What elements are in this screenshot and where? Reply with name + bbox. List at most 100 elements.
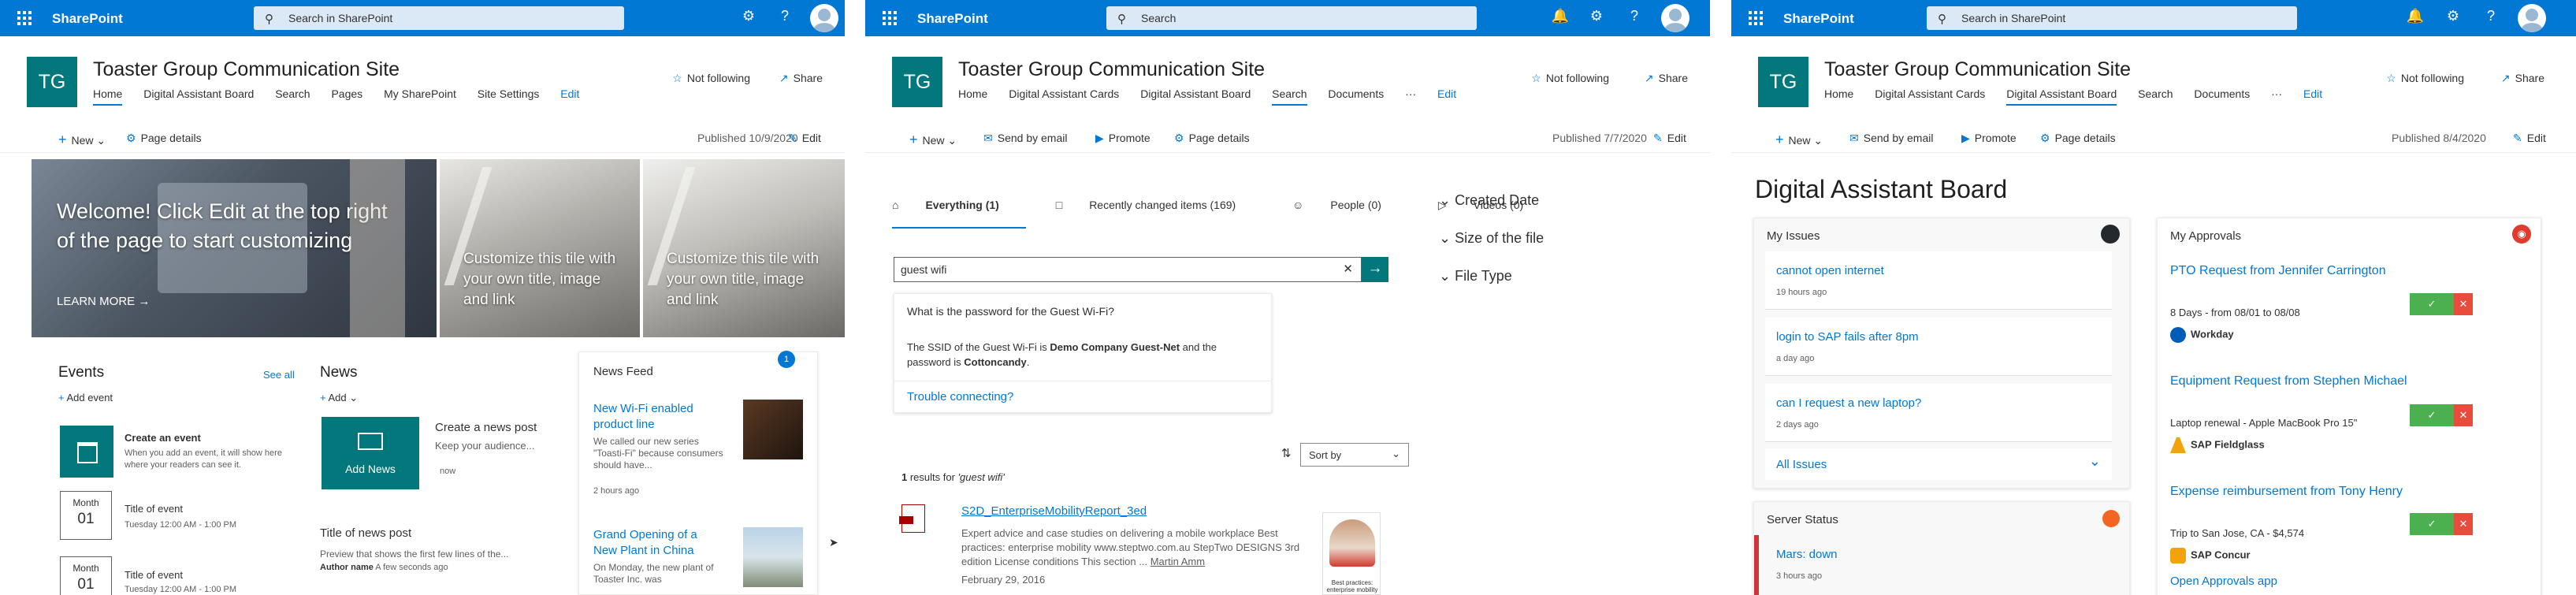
- site-logo[interactable]: TG: [1758, 57, 1808, 107]
- approval-title[interactable]: Expense reimbursement from Tony Henry: [2170, 483, 2422, 500]
- notifications-bell-icon[interactable]: 🔔: [2406, 8, 2425, 24]
- send-by-email-button[interactable]: ✉ Send by email: [983, 132, 1067, 145]
- share-button[interactable]: ↗ Share: [779, 72, 823, 85]
- nav-home[interactable]: Home: [93, 87, 123, 106]
- feed-item-image[interactable]: [743, 527, 803, 587]
- new-button[interactable]: + New ⌄: [58, 132, 106, 148]
- notification-badge[interactable]: 1: [778, 351, 795, 368]
- nav-home[interactable]: Home: [958, 87, 987, 104]
- tab-everything[interactable]: ⌂ Everything (1): [892, 199, 1026, 229]
- promote-button[interactable]: ▶ Promote: [1961, 132, 2017, 145]
- feed-item-title[interactable]: Grand Opening of a New Plant in China: [593, 527, 712, 559]
- nav-search[interactable]: Search: [275, 87, 310, 104]
- app-launcher-icon[interactable]: [1749, 11, 1763, 25]
- sharepoint-brand[interactable]: SharePoint: [917, 11, 988, 27]
- nav-home[interactable]: Home: [1824, 87, 1853, 104]
- site-logo[interactable]: TG: [892, 57, 942, 107]
- nav-digital-assistant-cards[interactable]: Digital Assistant Cards: [1875, 87, 1985, 104]
- filter-file-type[interactable]: ⌄ File Type: [1439, 268, 1512, 284]
- issue-item[interactable]: cannot open internet 19 hours ago: [1765, 251, 2112, 310]
- feed-item-image[interactable]: [743, 400, 803, 459]
- tab-recently-changed[interactable]: □ Recently changed items (169): [1056, 199, 1262, 227]
- share-button[interactable]: ↗ Share: [1645, 72, 1688, 85]
- learn-more-link[interactable]: LEARN MORE →: [57, 295, 150, 308]
- page-details-button[interactable]: ⚙ Page details: [1174, 132, 1250, 145]
- follow-button[interactable]: ☆ Not following: [2386, 72, 2464, 85]
- nav-digital-assistant-board[interactable]: Digital Assistant Board: [1140, 87, 1251, 104]
- nav-documents[interactable]: Documents: [1328, 87, 1384, 104]
- search-box[interactable]: ⚲ Search in SharePoint: [254, 6, 624, 30]
- hero-main-tile[interactable]: Welcome! Click Edit at the top right of …: [32, 159, 437, 337]
- all-issues-link[interactable]: All Issues ⌄: [1765, 448, 2112, 480]
- news-post-title[interactable]: Title of news post: [320, 526, 411, 540]
- send-by-email-button[interactable]: ✉ Send by email: [1849, 132, 1933, 145]
- event-title[interactable]: Title of event: [125, 569, 183, 581]
- site-logo[interactable]: TG: [27, 57, 77, 107]
- tab-people[interactable]: ☺ People (0): [1292, 199, 1408, 227]
- nav-site-settings[interactable]: Site Settings: [478, 87, 540, 104]
- nav-digital-assistant-board[interactable]: Digital Assistant Board: [2006, 87, 2117, 106]
- see-all-link[interactable]: See all: [263, 369, 295, 381]
- filter-created-date[interactable]: ⌄ Created Date: [1439, 192, 1539, 209]
- create-event-title[interactable]: Create an event: [125, 432, 201, 444]
- issue-item[interactable]: can I request a new laptop? 2 days ago: [1765, 384, 2112, 442]
- sort-order-icon[interactable]: ⇅: [1281, 446, 1292, 460]
- search-box[interactable]: ⚲ Search in SharePoint: [1927, 6, 2297, 30]
- sharepoint-brand[interactable]: SharePoint: [1783, 11, 1854, 27]
- result-title-link[interactable]: S2D_EnterpriseMobilityReport_3ed: [961, 504, 1147, 518]
- nav-edit-link[interactable]: Edit: [2303, 87, 2322, 104]
- promote-button[interactable]: ▶ Promote: [1095, 132, 1150, 145]
- sort-dropdown[interactable]: Sort by ⌄: [1300, 443, 1409, 467]
- help-icon[interactable]: ?: [2481, 8, 2500, 24]
- reject-close-icon[interactable]: ✕: [2454, 293, 2473, 315]
- nav-search[interactable]: Search: [2138, 87, 2173, 104]
- hero-tile-3[interactable]: Customize this tile with your own title,…: [643, 159, 845, 337]
- result-author[interactable]: Martin Amm: [1150, 556, 1205, 567]
- edit-button[interactable]: ✎ Edit: [1653, 132, 1686, 145]
- nav-edit-link[interactable]: Edit: [1437, 87, 1456, 104]
- nav-more-icon[interactable]: ···: [2271, 87, 2282, 104]
- search-input[interactable]: guest wifi ✕: [894, 257, 1362, 282]
- avatar[interactable]: [810, 4, 838, 32]
- nav-search[interactable]: Search: [1272, 87, 1307, 106]
- reject-close-icon[interactable]: ✕: [2454, 404, 2473, 426]
- nav-documents[interactable]: Documents: [2194, 87, 2250, 104]
- settings-gear-icon[interactable]: ⚙: [739, 8, 758, 24]
- new-button[interactable]: + New ⌄: [1775, 132, 1823, 148]
- nav-pages[interactable]: Pages: [331, 87, 362, 104]
- filter-file-size[interactable]: ⌄ Size of the file: [1439, 230, 1544, 247]
- site-title[interactable]: Toaster Group Communication Site: [1824, 58, 2131, 81]
- app-launcher-icon[interactable]: [883, 11, 897, 25]
- follow-button[interactable]: ☆ Not following: [1531, 72, 1609, 85]
- add-news-menu[interactable]: + Add ⌄: [320, 392, 358, 404]
- search-submit-button[interactable]: →: [1362, 257, 1388, 282]
- add-event-button[interactable]: + Add event: [58, 392, 113, 403]
- edit-button[interactable]: ✎ Edit: [788, 132, 821, 145]
- page-details-button[interactable]: ⚙ Page details: [2040, 132, 2116, 145]
- approve-button[interactable]: ✓ Approve: [2410, 293, 2454, 332]
- hero-tile-2[interactable]: Customize this tile with your own title,…: [440, 159, 640, 337]
- sharepoint-brand[interactable]: SharePoint: [52, 11, 123, 27]
- nav-digital-assistant-cards[interactable]: Digital Assistant Cards: [1009, 87, 1119, 104]
- avatar[interactable]: [2518, 4, 2546, 32]
- settings-gear-icon[interactable]: ⚙: [2444, 8, 2463, 24]
- add-news-tile[interactable]: Add News: [322, 417, 419, 489]
- reject-close-icon[interactable]: ✕: [2454, 513, 2473, 535]
- issue-item[interactable]: login to SAP fails after 8pm a day ago: [1765, 318, 2112, 376]
- avatar[interactable]: [1661, 4, 1689, 32]
- nav-edit-link[interactable]: Edit: [560, 87, 579, 104]
- nav-my-sharepoint[interactable]: My SharePoint: [384, 87, 456, 104]
- approve-button[interactable]: ✓ Approve: [2410, 513, 2454, 552]
- follow-button[interactable]: ☆ Not following: [672, 72, 750, 85]
- share-button[interactable]: ↗ Share: [2501, 72, 2544, 85]
- site-title[interactable]: Toaster Group Communication Site: [958, 58, 1265, 81]
- page-details-button[interactable]: ⚙ Page details: [126, 132, 202, 145]
- notifications-bell-icon[interactable]: 🔔: [1551, 8, 1570, 24]
- settings-gear-icon[interactable]: ⚙: [1587, 8, 1606, 24]
- trouble-connecting-link[interactable]: Trouble connecting?: [907, 390, 1013, 403]
- help-icon[interactable]: ?: [1625, 8, 1644, 24]
- search-box[interactable]: ⚲ Search: [1106, 6, 1477, 30]
- approval-title[interactable]: PTO Request from Jennifer Carrington: [2170, 262, 2407, 280]
- app-launcher-icon[interactable]: [17, 11, 32, 25]
- server-item[interactable]: Mars: down: [1776, 548, 1838, 561]
